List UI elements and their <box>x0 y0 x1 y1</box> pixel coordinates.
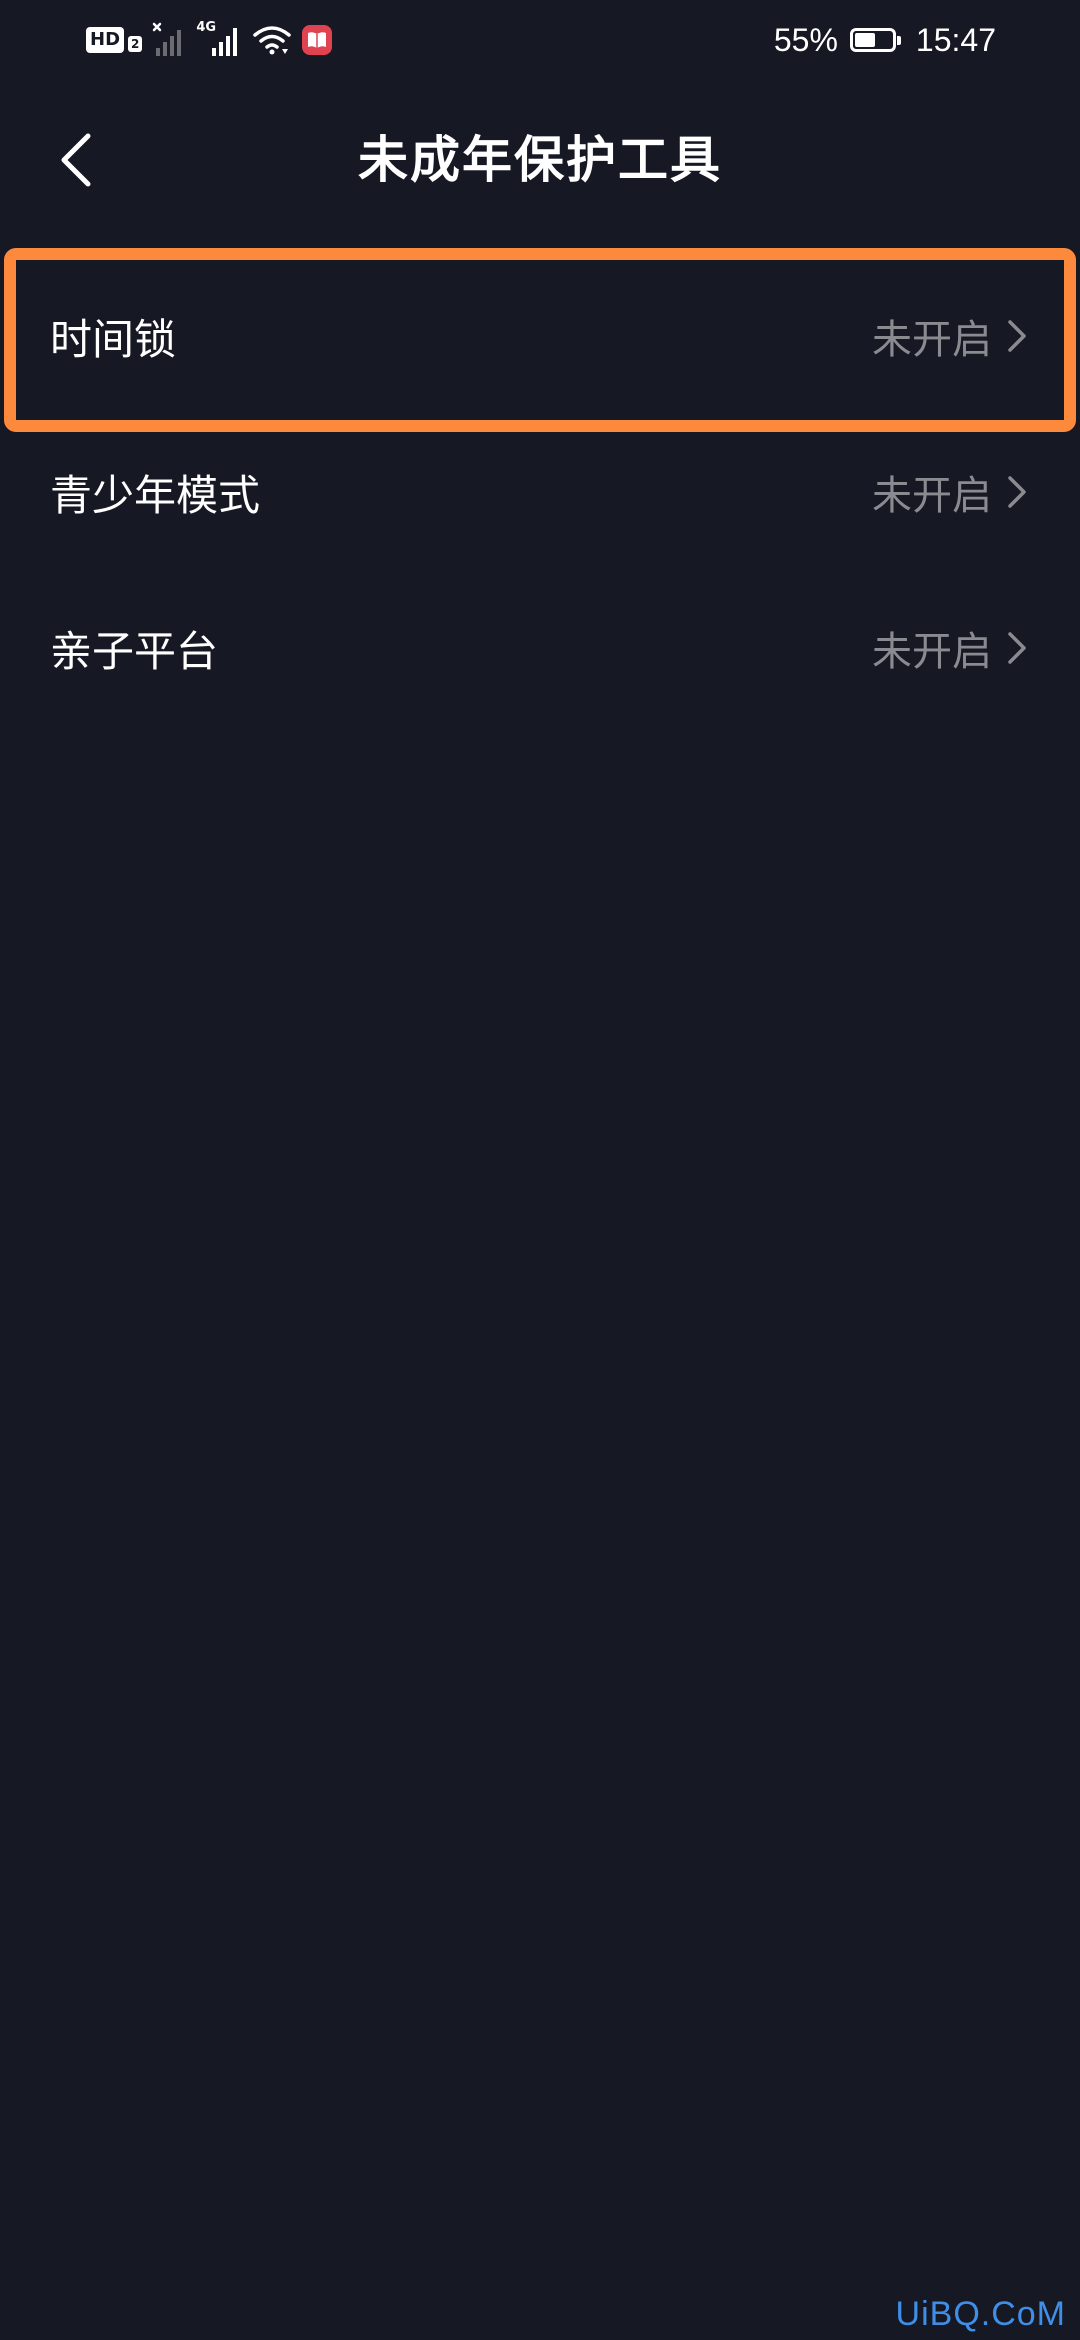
battery-icon <box>849 28 901 52</box>
signal-4g-group: 4G <box>196 20 242 58</box>
back-button[interactable] <box>40 124 112 196</box>
protection-tools-list: 时间锁 未开启 青少年模式 未开启 亲子平台 未开启 <box>0 258 1080 726</box>
clock-time: 15:47 <box>915 21 996 58</box>
page-title: 未成年保护工具 <box>358 131 722 189</box>
hd-sub-label: 2 <box>128 36 143 52</box>
wifi-icon <box>253 26 292 55</box>
item-label: 青少年模式 <box>50 470 261 520</box>
status-bar: HD 2 4G 55% 15:47 <box>0 0 1080 80</box>
status-icons-right: 55% 15:47 <box>774 18 996 62</box>
item-status-group: 未开启 <box>872 307 1028 365</box>
hd-voice-icon: HD 2 <box>86 27 143 53</box>
battery-percent: 55% <box>773 21 838 58</box>
chevron-right-icon <box>1008 320 1026 352</box>
item-status: 未开启 <box>872 629 992 675</box>
list-item-parent-platform[interactable]: 亲子平台 未开启 <box>0 570 1080 726</box>
hd-label: HD <box>86 27 125 53</box>
list-item-teen-mode[interactable]: 青少年模式 未开启 <box>0 414 1080 570</box>
signal-4g-icon <box>212 28 238 56</box>
item-label: 时间锁 <box>50 314 177 364</box>
item-status-group: 未开启 <box>872 463 1028 521</box>
signal-no-service-icon <box>153 22 182 56</box>
chevron-right-icon <box>1008 476 1026 508</box>
watermark: UiBQ.CoM <box>895 2295 1066 2333</box>
chevron-right-icon <box>1008 632 1026 664</box>
status-icons-left: HD 2 4G <box>86 20 333 60</box>
battery-level-fill <box>854 33 875 47</box>
chevron-left-icon <box>61 133 91 187</box>
item-status: 未开启 <box>872 473 992 519</box>
list-item-time-lock[interactable]: 时间锁 未开启 <box>0 258 1080 414</box>
book-app-notification-icon <box>302 25 333 55</box>
item-label: 亲子平台 <box>50 626 219 676</box>
navigation-bar: 未成年保护工具 <box>0 100 1080 220</box>
item-status: 未开启 <box>872 317 992 363</box>
item-status-group: 未开启 <box>872 619 1028 677</box>
